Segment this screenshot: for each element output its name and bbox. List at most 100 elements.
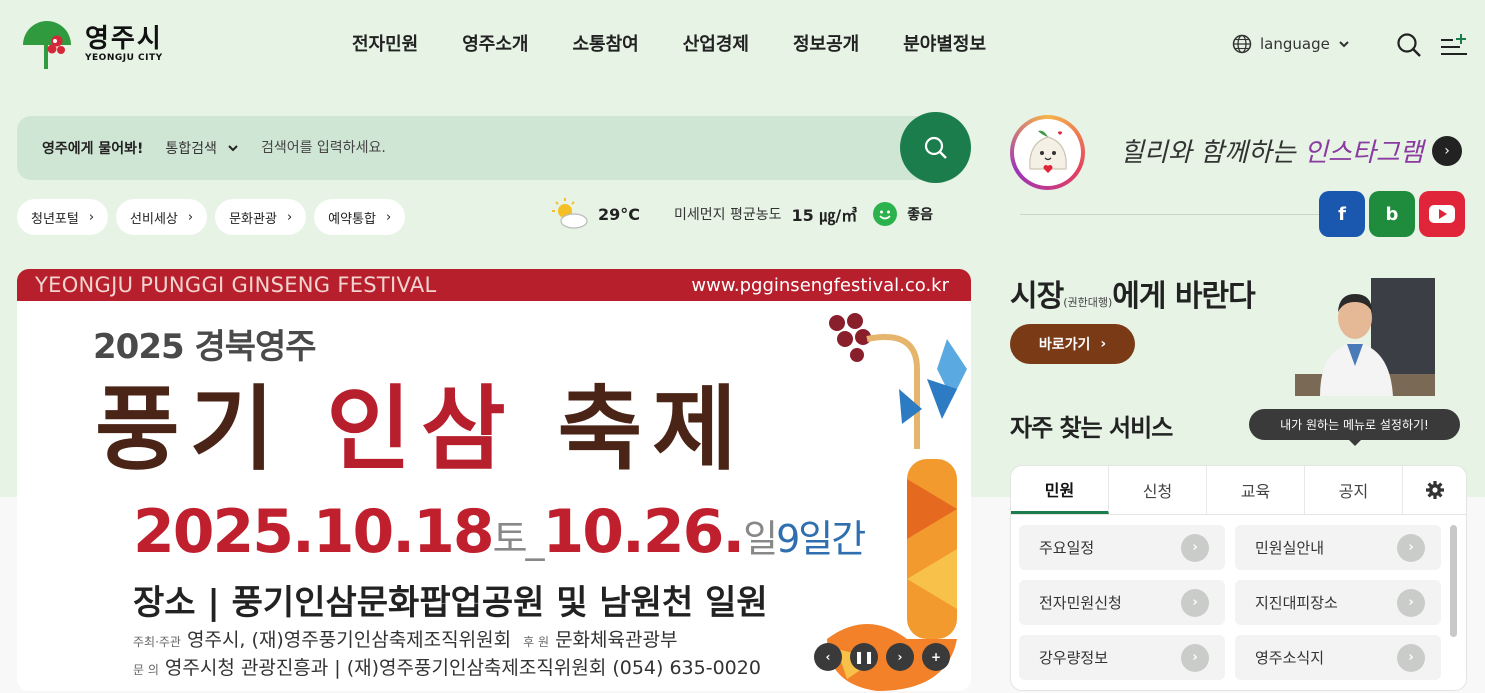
favorite-item[interactable]: 지진대피장소 ›	[1235, 580, 1441, 625]
all-menu-icon[interactable]	[1440, 33, 1468, 57]
facebook-icon: f	[1338, 203, 1346, 225]
language-selector[interactable]: language	[1232, 34, 1350, 54]
quick-link-culture-tour[interactable]: 문화관광 ›	[215, 199, 307, 235]
quick-link-seonbi[interactable]: 선비세상 ›	[116, 199, 208, 235]
search-submit-button[interactable]	[900, 112, 971, 183]
blog-button[interactable]: b	[1369, 191, 1415, 237]
mascot-icon	[1028, 130, 1067, 173]
favorite-scrollbar[interactable]	[1450, 525, 1457, 637]
ginseng-art-illustration	[827, 313, 967, 691]
nav-item-info-disclosure[interactable]: 정보공개	[771, 30, 881, 56]
search-icon[interactable]	[1396, 32, 1422, 58]
sponsor-label: 후 원	[523, 635, 550, 649]
nav-item-about[interactable]: 영주소개	[440, 30, 550, 56]
settings-button[interactable]	[1403, 466, 1466, 514]
date-separator: _	[525, 517, 545, 561]
instagram-link-button[interactable]: ›	[1432, 136, 1462, 166]
quick-link-label: 문화관광	[229, 211, 277, 227]
divider	[1020, 214, 1325, 215]
festival-title-part: 축제	[515, 375, 747, 483]
instagram-promo[interactable]: 힐리와 함께하는 인스타그램	[1120, 132, 1424, 169]
tab-notice[interactable]: 공지	[1305, 466, 1403, 514]
chevron-right-icon: ›	[1397, 533, 1425, 562]
tab-application[interactable]: 신청	[1109, 466, 1207, 514]
youtube-button[interactable]	[1419, 191, 1465, 237]
quick-link-youth[interactable]: 청년포털 ›	[17, 199, 109, 235]
banner-prev-button[interactable]: ‹	[814, 643, 842, 671]
smile-icon	[873, 202, 898, 226]
fine-dust-label: 미세먼지 평균농도	[674, 207, 782, 223]
banner-next-button[interactable]: ›	[886, 643, 914, 671]
mayor-shortcut-button[interactable]: 바로가기 ›	[1010, 324, 1135, 364]
date-end-day: 일	[743, 517, 778, 561]
facebook-button[interactable]: f	[1319, 191, 1365, 237]
chevron-right-icon: ›	[1181, 643, 1209, 672]
fine-dust-value: 15 ㎍/㎥	[791, 206, 858, 225]
date-end: 10.26.	[542, 497, 746, 567]
banner-pause-button[interactable]: ❚❚	[850, 643, 878, 671]
pause-icon: ❚❚	[853, 650, 875, 664]
city-emblem-icon	[17, 19, 77, 69]
favorite-tabs: 민원 신청 교육 공지	[1011, 466, 1466, 515]
festival-url: www.pgginsengfestival.co.kr	[691, 274, 949, 296]
language-label: language	[1260, 35, 1330, 53]
tab-education[interactable]: 교육	[1207, 466, 1305, 514]
quick-links: 청년포털 › 선비세상 › 문화관광 › 예약통합 ›	[17, 199, 406, 235]
host-label: 주최·주관	[133, 635, 181, 649]
chevron-right-icon: ›	[1181, 533, 1209, 562]
favorite-item[interactable]: 주요일정 ›	[1019, 525, 1225, 570]
festival-title-part: 풍기	[95, 375, 327, 483]
chevron-down-icon	[1339, 41, 1349, 48]
festival-contact: 문 의 영주시청 관광진흥과 | (재)영주풍기인삼축제조직위원회 (054) 6…	[133, 653, 761, 680]
mascot-avatar[interactable]	[1010, 115, 1085, 190]
mayor-section-title: 시장(권한대행)에게 바란다	[1010, 271, 1256, 315]
youtube-icon	[1429, 205, 1455, 223]
favorite-item-label: 민원실안내	[1255, 539, 1325, 557]
main-visual-banner[interactable]: YEONGJU PUNGGI GINSENG FESTIVAL www.pggi…	[17, 269, 971, 691]
gear-icon	[1425, 481, 1444, 499]
quick-link-label: 청년포털	[31, 211, 79, 227]
chevron-right-icon: ›	[88, 209, 95, 225]
chevron-right-icon: ›	[1397, 643, 1425, 672]
nav-item-field-info[interactable]: 분야별정보	[881, 30, 1008, 56]
favorite-item[interactable]: 영주소식지 ›	[1235, 635, 1441, 680]
globe-icon	[1232, 34, 1252, 54]
chevron-right-icon: ›	[897, 650, 903, 664]
logo-korean: 영주시	[85, 24, 163, 54]
favorite-item[interactable]: 전자민원신청 ›	[1019, 580, 1225, 625]
favorite-item[interactable]: 민원실안내 ›	[1235, 525, 1441, 570]
nav-item-e-civil[interactable]: 전자민원	[330, 30, 440, 56]
festival-venue: 장소 | 풍기인삼문화팝업공원 및 남원천 일원	[133, 583, 768, 623]
chevron-left-icon: ‹	[825, 650, 831, 664]
customize-menu-tooltip[interactable]: 내가 원하는 메뉴로 설정하기!	[1249, 409, 1460, 446]
main-nav: 전자민원 영주소개 소통참여 산업경제 정보공개 분야별정보	[330, 30, 1008, 56]
sponsor-text: 문화체육관광부	[555, 629, 678, 651]
search-icon	[924, 136, 947, 159]
instagram-text: 힐리와 함께하는	[1120, 138, 1304, 168]
site-logo[interactable]: 영주시 YEONGJU CITY	[17, 19, 163, 69]
blog-icon: b	[1385, 203, 1399, 225]
festival-dates: 2025.10.18토_10.26.일9일간	[133, 497, 866, 567]
plus-icon: +	[930, 650, 942, 664]
mayor-title-part: 시장	[1010, 279, 1064, 314]
tab-civil[interactable]: 민원	[1011, 466, 1109, 514]
quick-link-label: 선비세상	[130, 211, 178, 227]
date-start: 2025.10.18	[133, 497, 495, 567]
banner-more-button[interactable]: +	[922, 643, 950, 671]
logo-english: YEONGJU CITY	[85, 53, 163, 63]
quick-link-reservation[interactable]: 예약통합 ›	[314, 199, 406, 235]
search-type-label: 통합검색	[165, 141, 217, 157]
search-type-select[interactable]: 통합검색	[165, 138, 239, 158]
contact-label: 문 의	[133, 663, 159, 677]
favorite-services-title: 자주 찾는 서비스	[1010, 414, 1173, 442]
mayor-photo	[1275, 266, 1435, 396]
favorite-item[interactable]: 강우량정보 ›	[1019, 635, 1225, 680]
date-start-day: 토	[492, 517, 528, 561]
nav-item-economy[interactable]: 산업경제	[661, 30, 771, 56]
festival-english-name: YEONGJU PUNGGI GINSENG FESTIVAL	[35, 273, 437, 297]
host-text: 영주시, (재)영주풍기인삼축제조직위원회	[186, 629, 512, 651]
search-input[interactable]	[260, 140, 821, 156]
nav-item-participation[interactable]: 소통참여	[551, 30, 661, 56]
favorite-item-label: 지진대피장소	[1255, 594, 1338, 612]
banner-header-strip: YEONGJU PUNGGI GINSENG FESTIVAL www.pggi…	[17, 269, 971, 301]
